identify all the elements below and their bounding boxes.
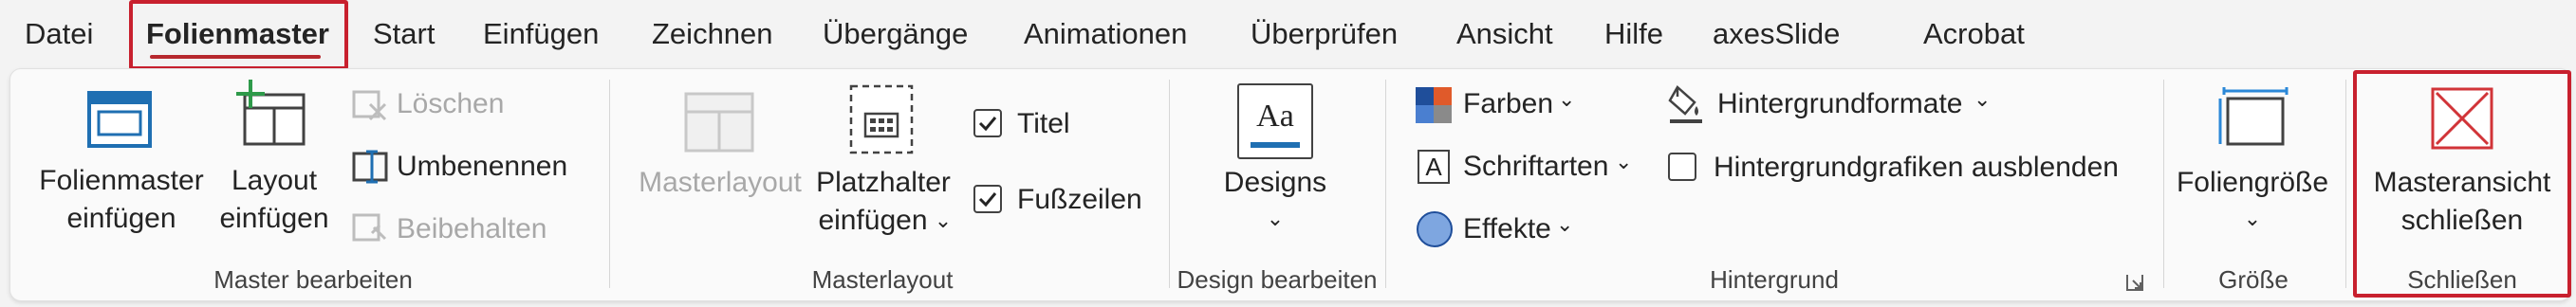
tab-start[interactable]: Start (373, 13, 435, 55)
tab-einfuegen[interactable]: Einfügen (483, 13, 599, 55)
effekte-label: Effekte (1463, 213, 1551, 244)
masteransicht-line2: schließen (2400, 205, 2524, 236)
placeholder-icon (849, 84, 914, 154)
hintergrundgrafiken-checkbox-box[interactable] (1668, 153, 1696, 181)
chevron-down-icon: ⌄ (2243, 207, 2262, 230)
master-layout-icon (684, 92, 754, 153)
paint-bucket-icon (1668, 85, 1702, 123)
tab-datei[interactable]: Datei (25, 13, 93, 55)
rename-icon (352, 150, 388, 184)
effects-icon (1417, 211, 1453, 247)
color-palette-icon (1416, 87, 1452, 123)
dialog-launcher-icon[interactable] (2125, 273, 2144, 292)
masteransicht-line1: Masteransicht (2373, 167, 2551, 198)
layout-einfuegen-line2: einfügen (219, 203, 329, 234)
designs-icon-text: Aa (1256, 99, 1294, 134)
designs-icon: Aa (1237, 83, 1313, 159)
font-icon: A (1418, 150, 1450, 184)
tab-highlight-box (129, 0, 348, 70)
slide-size-icon (2218, 87, 2289, 146)
delete-slide-icon (352, 90, 387, 121)
fusszeilen-label: Fußzeilen (1017, 184, 1142, 215)
tab-axesslide[interactable]: axesSlide (1713, 13, 1840, 55)
foliengroesse-label: Foliengröße (2176, 167, 2329, 198)
slide-master-icon (87, 91, 152, 148)
group-separator (2345, 80, 2346, 288)
close-master-view-icon (2431, 87, 2493, 150)
group-separator (1385, 80, 1386, 288)
group-separator (1169, 80, 1170, 288)
chevron-down-icon: ⌄ (934, 208, 953, 232)
farben-label: Farben (1463, 88, 1554, 119)
preserve-pin-icon (352, 213, 387, 242)
tab-acrobat[interactable]: Acrobat (1923, 13, 2025, 55)
checkmark-icon (978, 117, 997, 132)
chevron-down-icon: ⌄ (1556, 212, 1574, 236)
chevron-down-icon: ⌄ (1266, 207, 1285, 230)
platzhalter-line2: einfügen (818, 205, 928, 236)
group-label-groesse: Größe (2218, 265, 2289, 294)
group-label-master-bearbeiten: Master bearbeiten (213, 265, 413, 294)
layout-einfuegen-line1: Layout (231, 165, 318, 196)
folienmaster-einfuegen-line1: Folienmaster (39, 165, 204, 196)
platzhalter-line1: Platzhalter (816, 167, 951, 198)
loeschen-label: Löschen (397, 88, 505, 119)
tab-uebergaenge[interactable]: Übergänge (823, 13, 968, 55)
designs-label: Designs (1223, 167, 1327, 198)
fusszeilen-checkbox-box[interactable] (973, 185, 1002, 213)
tab-hilfe[interactable]: Hilfe (1604, 13, 1663, 55)
hintergrundgrafiken-label: Hintergrundgrafiken ausblenden (1714, 152, 2119, 183)
hintergrundformate-label: Hintergrundformate (1717, 88, 1963, 119)
group-label-hintergrund: Hintergrund (1710, 265, 1839, 294)
group-separator (609, 80, 610, 288)
chevron-down-icon: ⌄ (1974, 87, 1992, 111)
umbenennen-label: Umbenennen (397, 151, 568, 182)
designs-icon-bar (1251, 142, 1300, 148)
group-label-schliessen: Schließen (2407, 265, 2517, 294)
tab-ansicht[interactable]: Ansicht (1456, 13, 1553, 55)
folienmaster-einfuegen-line2: einfügen (66, 203, 176, 234)
tab-ueberpruefen[interactable]: Überprüfen (1251, 13, 1398, 55)
beibehalten-label: Beibehalten (397, 213, 547, 244)
insert-layout-icon (236, 80, 306, 146)
group-label-masterlayout: Masterlayout (811, 265, 954, 294)
group-label-design-bearbeiten: Design bearbeiten (1177, 265, 1378, 294)
tab-zeichnen[interactable]: Zeichnen (652, 13, 773, 55)
masterlayout-label: Masterlayout (639, 167, 802, 198)
titel-label: Titel (1017, 108, 1070, 139)
chevron-down-icon: ⌄ (1558, 87, 1576, 111)
schriftarten-label: Schriftarten (1463, 151, 1609, 182)
chevron-down-icon: ⌄ (1615, 150, 1633, 173)
group-separator (2163, 80, 2164, 288)
tab-animationen[interactable]: Animationen (1024, 13, 1187, 55)
checkmark-icon (978, 192, 997, 208)
ribbon-tab-bar: Datei Folienmaster Start Einfügen Zeichn… (0, 0, 2576, 70)
titel-checkbox-box[interactable] (973, 109, 1002, 137)
